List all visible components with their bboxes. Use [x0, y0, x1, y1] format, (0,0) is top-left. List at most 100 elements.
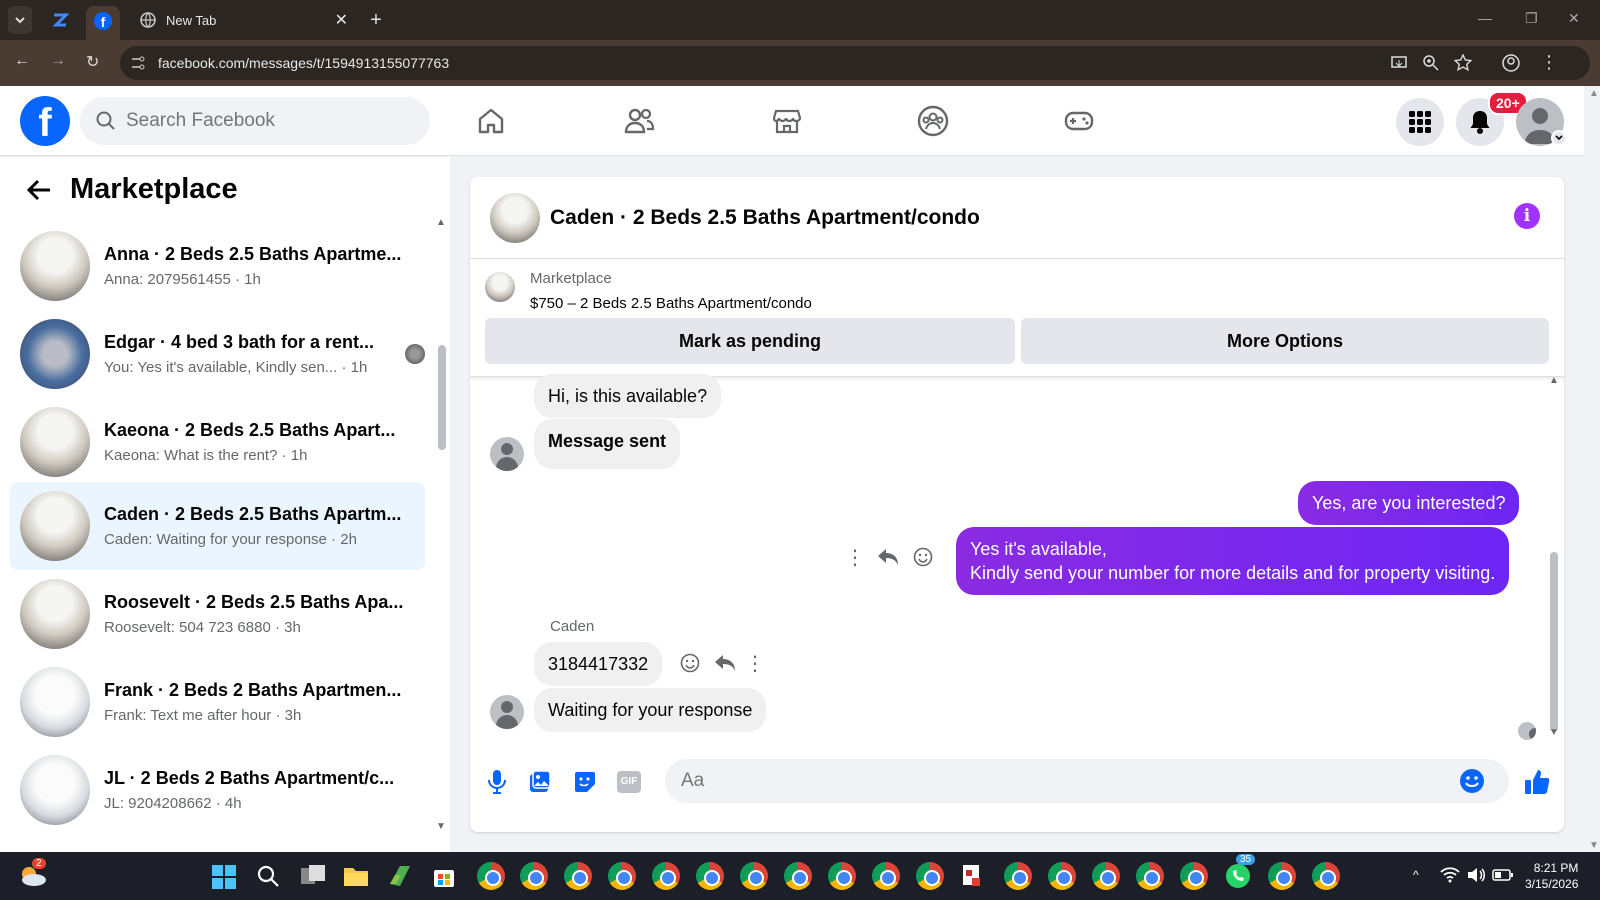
sender-avatar[interactable] — [490, 437, 524, 471]
chat-avatar[interactable] — [490, 192, 540, 243]
network-button[interactable] — [1440, 866, 1460, 889]
whatsapp-button[interactable]: 35 — [1224, 854, 1256, 890]
outgoing-message[interactable]: Yes, are you interested? — [1298, 481, 1520, 525]
conversation-item[interactable]: Anna · 2 Beds 2.5 Baths Apartme... Anna:… — [10, 222, 425, 310]
tab-facebook[interactable]: f — [86, 6, 120, 40]
file-explorer-button[interactable] — [343, 864, 369, 893]
back-arrow-icon[interactable] — [26, 179, 52, 201]
message-input[interactable] — [665, 759, 1425, 803]
nav-gaming[interactable] — [1062, 104, 1096, 138]
back-arrow-icon[interactable]: ← — [14, 52, 30, 70]
site-info-icon[interactable] — [130, 55, 146, 71]
chrome-window-button[interactable] — [608, 862, 636, 890]
clock[interactable]: 8:21 PM 3/15/2026 — [1525, 860, 1578, 892]
profile-icon[interactable] — [1502, 54, 1520, 72]
chrome-window-button[interactable] — [1268, 862, 1296, 890]
conversation-item-active[interactable]: Caden · 2 Beds 2.5 Baths Apartm... Caden… — [10, 482, 425, 570]
reply-icon[interactable] — [875, 544, 901, 570]
nav-friends[interactable] — [622, 104, 656, 138]
mark-pending-button[interactable]: Mark as pending — [485, 318, 1015, 364]
chrome-window-button[interactable] — [916, 862, 944, 890]
new-tab-button[interactable]: + — [366, 6, 386, 34]
volume-button[interactable] — [1466, 866, 1486, 889]
bookmark-star-icon[interactable] — [1454, 54, 1472, 72]
conversation-item[interactable]: Frank · 2 Beds 2 Baths Apartmen... Frank… — [10, 658, 425, 746]
chrome-window-button[interactable] — [1312, 862, 1340, 890]
chrome-window-button[interactable] — [828, 862, 856, 890]
more-options-button[interactable]: More Options — [1021, 318, 1549, 364]
voice-clip-button[interactable] — [482, 767, 512, 797]
reload-icon[interactable]: ↻ — [86, 52, 99, 72]
scroll-up-arrow-icon[interactable]: ▲ — [436, 217, 446, 228]
chrome-window-button[interactable] — [784, 862, 812, 890]
listing-title[interactable]: $750 – 2 Beds 2.5 Baths Apartment/condo — [530, 295, 812, 312]
reply-icon[interactable] — [712, 650, 738, 676]
attach-photo-button[interactable] — [525, 767, 555, 797]
chrome-window-button[interactable] — [652, 862, 680, 890]
menu-button[interactable] — [1396, 98, 1444, 146]
minimize-icon[interactable]: — — [1478, 10, 1492, 26]
close-tab-icon[interactable]: ✕ — [335, 10, 348, 30]
scroll-down-arrow-icon[interactable]: ▼ — [436, 821, 446, 832]
chrome-window-button[interactable] — [872, 862, 900, 890]
chrome-window-button[interactable] — [477, 862, 505, 890]
store-button[interactable] — [432, 864, 456, 893]
sticker-button[interactable] — [570, 767, 600, 797]
page-scroll-up-icon[interactable]: ▲ — [1589, 88, 1599, 99]
react-icon[interactable] — [910, 544, 936, 570]
page-scroll-down-icon[interactable]: ▼ — [1589, 840, 1599, 851]
nav-groups[interactable] — [916, 104, 950, 138]
pinned-tab[interactable] — [46, 6, 74, 34]
taskbar-search-button[interactable] — [256, 864, 280, 893]
account-chevron[interactable] — [1551, 130, 1567, 146]
react-icon[interactable] — [677, 650, 703, 676]
chrome-window-button[interactable] — [1004, 862, 1032, 890]
start-button[interactable] — [212, 865, 236, 889]
emoji-icon[interactable] — [1459, 768, 1485, 794]
chrome-window-button[interactable] — [1092, 862, 1120, 890]
conversation-item[interactable]: JL · 2 Beds 2 Baths Apartment/c... JL: 9… — [10, 746, 425, 834]
search-box[interactable] — [80, 97, 430, 145]
info-icon[interactable]: i — [1514, 203, 1540, 229]
more-actions-icon[interactable]: ⋮ — [742, 650, 768, 676]
chrome-window-button[interactable] — [1136, 862, 1164, 890]
battery-button[interactable] — [1492, 867, 1514, 888]
conversation-item[interactable]: Kaeona · 2 Beds 2.5 Baths Apart... Kaeon… — [10, 398, 425, 486]
chrome-window-button[interactable] — [740, 862, 768, 890]
install-app-icon[interactable] — [1390, 54, 1408, 72]
chrome-window-button[interactable] — [564, 862, 592, 890]
taskbar-app-button[interactable] — [388, 864, 412, 893]
taskbar-app-button[interactable] — [960, 864, 984, 893]
sender-avatar[interactable] — [490, 695, 524, 729]
browser-menu-icon[interactable]: ⋮ — [1540, 52, 1558, 73]
chat-title[interactable]: Caden · 2 Beds 2.5 Baths Apartment/condo — [550, 206, 980, 230]
incoming-message[interactable]: Message sent — [534, 419, 681, 469]
incoming-message[interactable]: Hi, is this available? — [534, 374, 722, 418]
nav-home[interactable] — [474, 104, 508, 138]
address-bar[interactable]: facebook.com/messages/t/1594913155077763… — [120, 46, 1590, 80]
facebook-logo[interactable]: f — [20, 96, 70, 146]
search-input[interactable] — [126, 110, 396, 132]
nav-marketplace[interactable] — [770, 104, 804, 138]
scroll-down-arrow-icon[interactable]: ▼ — [1549, 727, 1559, 738]
outgoing-message[interactable]: Yes it's available, Kindly send your num… — [956, 527, 1510, 595]
conversation-item[interactable]: Roosevelt · 2 Beds 2.5 Baths Apa... Roos… — [10, 570, 425, 658]
gif-button[interactable]: GIF — [614, 767, 644, 797]
message-composer[interactable] — [665, 759, 1509, 803]
listing-thumbnail[interactable] — [485, 272, 515, 302]
close-window-icon[interactable]: ✕ — [1568, 10, 1580, 27]
restore-icon[interactable]: ❐ — [1525, 10, 1538, 27]
scroll-up-arrow-icon[interactable]: ▲ — [1549, 375, 1559, 386]
more-actions-icon[interactable]: ⋮ — [842, 544, 868, 570]
weather-widget[interactable]: 2 — [18, 858, 48, 888]
incoming-message[interactable]: 3184417332 — [534, 642, 663, 686]
incoming-message[interactable]: Waiting for your response — [534, 688, 767, 732]
chrome-window-button[interactable] — [1048, 862, 1076, 890]
conversation-item[interactable]: Edgar · 4 bed 3 bath for a rent... You: … — [10, 310, 425, 398]
task-view-button[interactable] — [300, 864, 326, 893]
chrome-window-button[interactable] — [520, 862, 548, 890]
forward-arrow-icon[interactable]: → — [50, 52, 66, 70]
tab-new-tab[interactable]: New Tab ✕ — [130, 6, 360, 34]
chrome-window-button[interactable] — [1180, 862, 1208, 890]
sidebar-scrollbar[interactable] — [438, 345, 446, 450]
